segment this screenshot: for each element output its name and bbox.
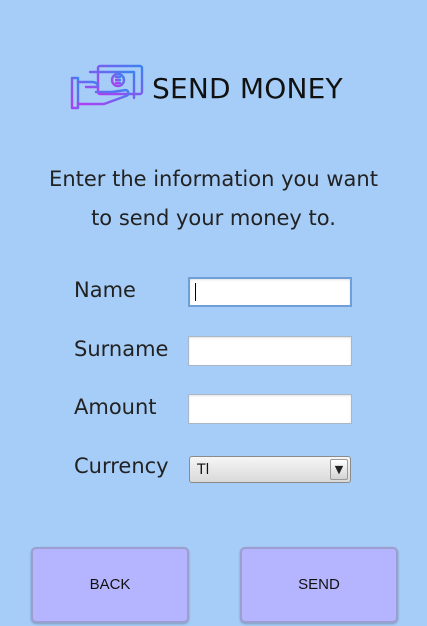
dropdown-arrow-icon[interactable]: ▼ [330,459,348,480]
instructions-text: Enter the information you want to send y… [40,160,387,238]
money-hand-icon [70,64,144,110]
instructions-line-1: Enter the information you want [49,167,378,191]
surname-label: Surname [74,337,169,361]
text-caret [195,283,196,301]
currency-label: Currency [74,454,169,478]
name-label: Name [74,278,136,302]
instructions-line-2: to send your money to. [91,206,336,230]
back-button[interactable]: BACK [31,547,189,623]
surname-field[interactable] [188,336,352,366]
header: SEND MONEY [0,60,427,116]
send-button[interactable]: SEND [240,547,398,623]
currency-select[interactable]: Tl ▼ [189,456,351,483]
amount-label: Amount [74,395,157,419]
name-field[interactable] [188,277,352,307]
page-title: SEND MONEY [152,72,343,105]
currency-selected-value: Tl [197,462,210,478]
amount-field[interactable] [188,394,352,424]
